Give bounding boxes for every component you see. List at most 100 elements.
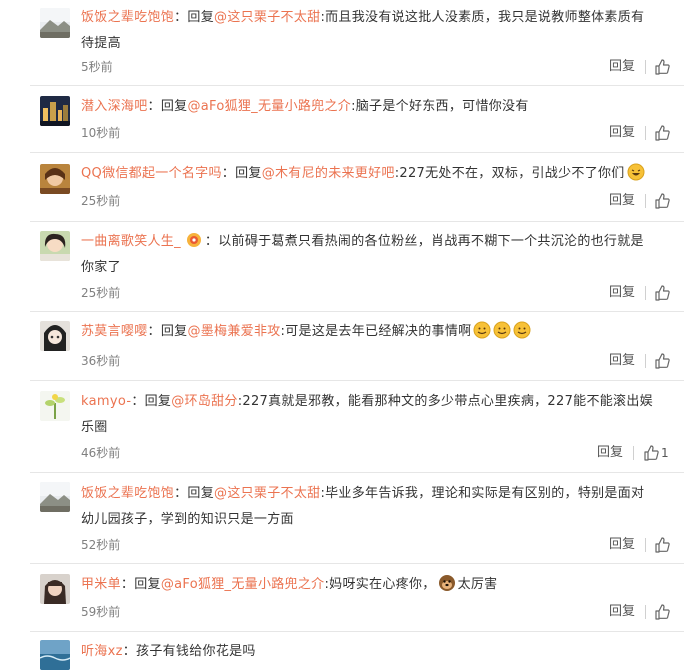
- divider: [645, 286, 646, 300]
- smile-emoji-icon: [493, 321, 511, 339]
- comment-username[interactable]: 听海xz: [81, 644, 123, 659]
- colon: ：: [174, 486, 188, 501]
- divider: [645, 354, 646, 368]
- comment-body: :毕业多年告诉我，理论和实际是有区别的，特别是面对: [320, 486, 645, 501]
- divider: [645, 605, 646, 619]
- divider: [645, 126, 646, 140]
- thumbs-up-icon[interactable]: [654, 604, 670, 620]
- comment-item: QQ微信都起一个名字吗：回复@木有尼的未来更好吧:227无处不在，双标，引战少不…: [0, 152, 700, 221]
- mention-link[interactable]: @这只栗子不太甜: [214, 486, 320, 501]
- reply-button[interactable]: 回复: [609, 604, 635, 620]
- comment-item: 潜入深海吧：回复@aFo狐狸_无量小路兜之介:脑子是个好东西，可惜你没有 10秒…: [0, 85, 700, 152]
- divider: [645, 538, 646, 552]
- reply-prefix: 回复: [187, 486, 215, 501]
- comment-body: :可是这是去年已经解决的事情啊: [280, 324, 472, 339]
- divider: [645, 194, 646, 208]
- colon: ：: [204, 234, 219, 249]
- colon: ：: [147, 324, 161, 339]
- thumbs-up-icon[interactable]: [654, 59, 670, 75]
- avatar[interactable]: [40, 164, 70, 194]
- reply-prefix: 回复: [235, 166, 262, 181]
- smile-emoji-icon: [513, 321, 531, 339]
- colon: ：: [221, 166, 236, 181]
- comment-time: 5秒前: [81, 60, 113, 74]
- colon: ：: [174, 10, 188, 25]
- comment-time: 25秒前: [81, 286, 121, 300]
- comment-username[interactable]: QQ微信都起一个名字吗: [81, 166, 222, 181]
- comment-item: 听海xz：孩子有钱给你花是吗: [0, 631, 700, 670]
- comment-username[interactable]: 一曲离歌笑人生_: [81, 234, 181, 249]
- comment-body-after-emoji: 太厉害: [457, 577, 498, 592]
- reply-prefix: 回复: [144, 394, 172, 409]
- thumbs-up-icon[interactable]: [654, 125, 670, 141]
- comment-body: :227真就是邪教，能看那种文的多少带点心里疾病，227能不能滚出娱: [237, 394, 653, 409]
- comment-time: 59秒前: [81, 605, 121, 619]
- reply-button[interactable]: 回复: [609, 59, 635, 75]
- avatar[interactable]: [40, 8, 70, 38]
- comment-time: 52秒前: [81, 538, 121, 552]
- reply-prefix: 回复: [134, 577, 161, 592]
- reply-prefix: 回复: [160, 99, 188, 114]
- reply-button[interactable]: 回复: [609, 193, 635, 209]
- like-count: 1: [661, 446, 669, 460]
- comment-item: 饭饭之辈吃饱饱：回复@这只栗子不太甜:而且我没有说这批人没素质，我只是说教师整体…: [0, 0, 700, 85]
- comment-username[interactable]: 潜入深海吧: [81, 99, 148, 114]
- comment-username[interactable]: 甲米单: [81, 577, 121, 592]
- avatar[interactable]: [40, 231, 70, 261]
- divider: [645, 60, 646, 74]
- comment-username[interactable]: kamyo-: [81, 394, 131, 409]
- comment-body: 孩子有钱给你花是吗: [136, 644, 256, 659]
- reply-button[interactable]: 回复: [609, 353, 635, 369]
- comment-username[interactable]: 苏莫言嘤嘤: [81, 324, 148, 339]
- avatar[interactable]: [40, 482, 70, 512]
- comment-username[interactable]: 饭饭之辈吃饱饱: [81, 10, 174, 25]
- comment-body-continued: 你家了: [81, 260, 121, 275]
- thumbs-up-icon[interactable]: [643, 445, 659, 461]
- comment-body-continued: 待提高: [81, 36, 121, 51]
- comment-body-continued: 乐圈: [81, 420, 108, 435]
- thumbs-up-icon[interactable]: [654, 353, 670, 369]
- comment-username[interactable]: 饭饭之辈吃饱饱: [81, 486, 174, 501]
- avatar[interactable]: [40, 96, 70, 126]
- reply-button[interactable]: 回复: [609, 285, 635, 301]
- mention-link[interactable]: @环岛甜分: [171, 394, 238, 409]
- comment-time: 10秒前: [81, 126, 121, 140]
- comment-item: 苏莫言嘤嘤：回复@墨梅兼爱非攻:可是这是去年已经解决的事情啊 36秒前 回复: [0, 311, 700, 380]
- colon: ：: [147, 99, 161, 114]
- comment-list: 饭饭之辈吃饱饱：回复@这只栗子不太甜:而且我没有说这批人没素质，我只是说教师整体…: [0, 0, 700, 670]
- reply-prefix: 回复: [187, 10, 215, 25]
- mention-link[interactable]: @木有尼的未来更好吧: [262, 166, 395, 181]
- avatar[interactable]: [40, 391, 70, 421]
- mention-link[interactable]: @这只栗子不太甜: [214, 10, 320, 25]
- mention-link[interactable]: @墨梅兼爱非攻: [187, 324, 280, 339]
- thumbs-up-icon[interactable]: [654, 537, 670, 553]
- comment-body: :227无处不在，双标，引战少不了你们: [394, 166, 625, 181]
- colon: ：: [120, 577, 135, 592]
- comment-item: kamyo-：回复@环岛甜分:227真就是邪教，能看那种文的多少带点心里疾病，2…: [0, 380, 700, 472]
- thumbs-up-icon[interactable]: [654, 285, 670, 301]
- thumbs-up-icon[interactable]: [654, 193, 670, 209]
- comment-item: 饭饭之辈吃饱饱：回复@这只栗子不太甜:毕业多年告诉我，理论和实际是有区别的，特别…: [0, 472, 700, 563]
- reply-button[interactable]: 回复: [609, 125, 635, 141]
- colon: ：: [131, 394, 145, 409]
- smile-emoji-icon: [473, 321, 491, 339]
- comment-time: 25秒前: [81, 194, 121, 208]
- comment-body-continued: 幼儿园孩子，学到的知识只是一方面: [81, 512, 294, 527]
- reply-button[interactable]: 回复: [597, 445, 623, 461]
- comment-item: 甲米单：回复@aFo狐狸_无量小路兜之介:妈呀实在心疼你， 太厉害 59秒前 回复: [0, 563, 700, 631]
- vip-badge-icon[interactable]: [185, 231, 203, 249]
- comment-body: 以前碍于葛煮只看热闹的各位粉丝，肖战再不糊下一个共沉沦的也行就是: [218, 234, 644, 249]
- comment-body: :脑子是个好东西，可惜你没有: [351, 99, 529, 114]
- doge-emoji-icon: [438, 575, 455, 591]
- avatar[interactable]: [40, 574, 70, 604]
- reply-button[interactable]: 回复: [609, 537, 635, 553]
- colon: ：: [122, 644, 137, 659]
- mention-link[interactable]: @aFo狐狸_无量小路兜之介: [187, 99, 351, 114]
- laughing-emoji-icon: [627, 163, 645, 181]
- reply-prefix: 回复: [160, 324, 188, 339]
- mention-link[interactable]: @aFo狐狸_无量小路兜之介: [161, 577, 325, 592]
- avatar[interactable]: [40, 640, 70, 670]
- comment-time: 46秒前: [81, 446, 121, 460]
- comment-body: :而且我没有说这批人没素质，我只是说教师整体素质有: [320, 10, 645, 25]
- avatar[interactable]: [40, 321, 70, 351]
